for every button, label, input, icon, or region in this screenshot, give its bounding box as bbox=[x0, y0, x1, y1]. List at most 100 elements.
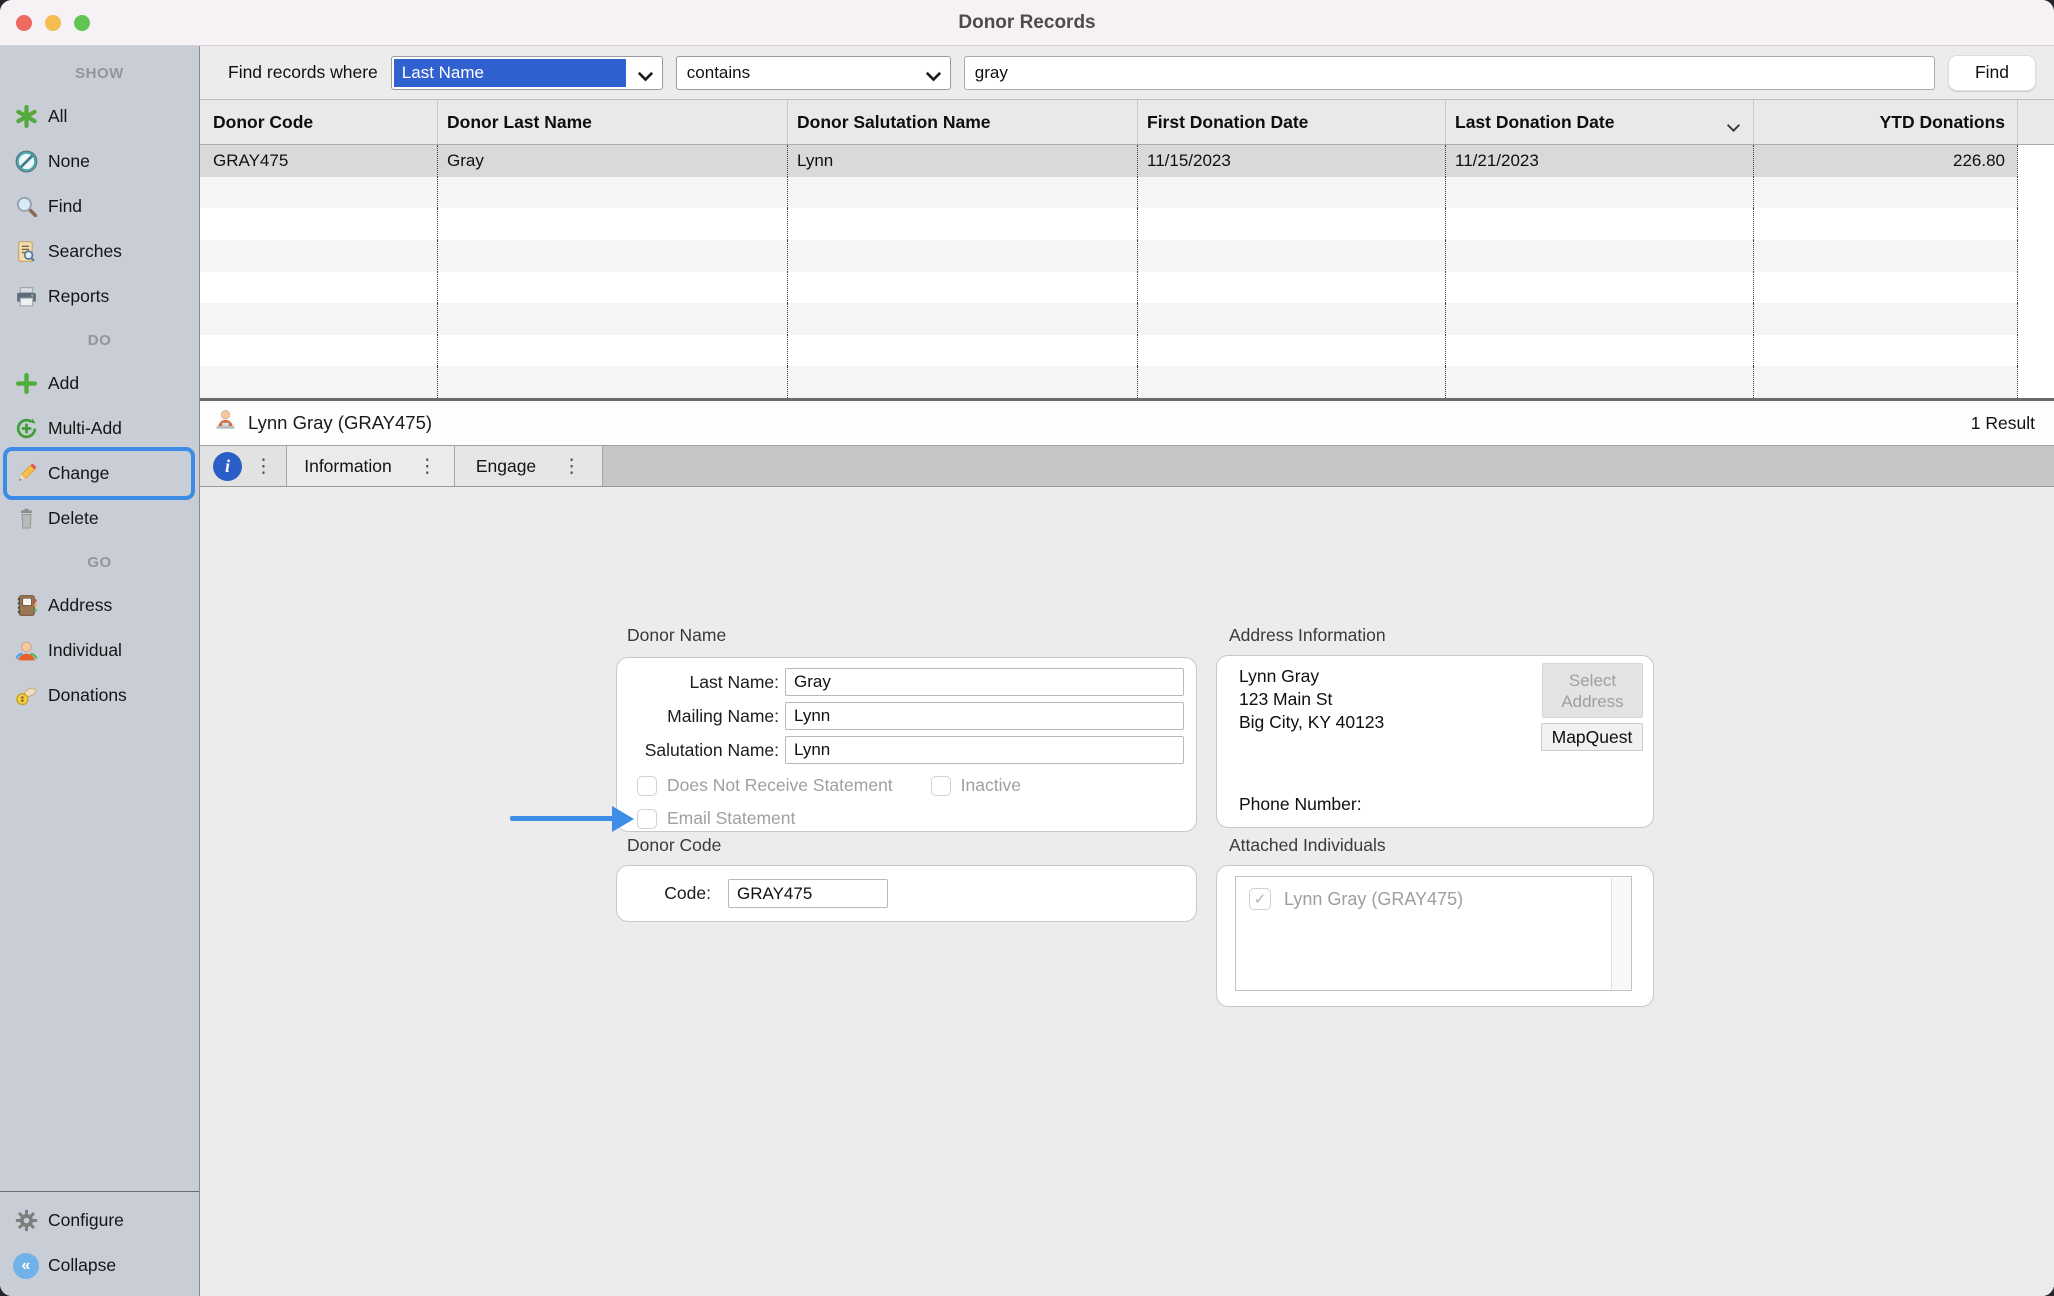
zoom-window-button[interactable] bbox=[74, 15, 90, 31]
sidebar-item-searches[interactable]: Searches bbox=[0, 229, 199, 274]
record-title: Lynn Gray (GRAY475) bbox=[248, 412, 432, 434]
sidebar-item-none[interactable]: None bbox=[0, 139, 199, 184]
cell-last-donation-date: 11/21/2023 bbox=[1445, 145, 1753, 177]
salutation-name-field[interactable] bbox=[785, 736, 1184, 764]
email-statement-label: Email Statement bbox=[667, 808, 795, 829]
sidebar-item-individual[interactable]: Individual bbox=[0, 628, 199, 673]
record-header-bar: Lynn Gray (GRAY475) 1 Result bbox=[200, 398, 2054, 446]
minimize-window-button[interactable] bbox=[45, 15, 61, 31]
table-row-empty bbox=[200, 303, 2054, 335]
does-not-receive-statement-checkbox[interactable] bbox=[637, 776, 657, 796]
code-label: Code: bbox=[627, 883, 711, 904]
mapquest-button[interactable]: MapQuest bbox=[1541, 723, 1643, 751]
column-header-spacer bbox=[2017, 100, 2054, 144]
sidebar-item-change[interactable]: Change bbox=[0, 451, 199, 496]
column-header-donor-salutation-name[interactable]: Donor Salutation Name bbox=[787, 100, 1137, 144]
table-row-empty bbox=[200, 240, 2054, 272]
cell-donor-salutation-name: Lynn bbox=[787, 145, 1137, 177]
sidebar-item-delete[interactable]: Delete bbox=[0, 496, 199, 541]
column-header-first-donation-date[interactable]: First Donation Date bbox=[1137, 100, 1445, 144]
sidebar-item-address[interactable]: Address bbox=[0, 583, 199, 628]
sidebar-section-do: DO bbox=[0, 319, 199, 361]
field-dropdown[interactable]: Last Name bbox=[391, 56, 663, 90]
sidebar-item-reports[interactable]: Reports bbox=[0, 274, 199, 319]
find-button[interactable]: Find bbox=[1948, 55, 2036, 91]
scrollbar-track[interactable] bbox=[1611, 878, 1631, 989]
cell-donor-last-name: Gray bbox=[437, 145, 787, 177]
find-records-label: Find records where bbox=[228, 62, 378, 83]
last-name-label: Last Name: bbox=[627, 672, 785, 693]
plus-icon bbox=[13, 371, 39, 397]
pencil-icon bbox=[13, 461, 39, 487]
sidebar-item-add[interactable]: Add bbox=[0, 361, 199, 406]
inactive-checkbox[interactable] bbox=[931, 776, 951, 796]
sidebar-item-multi-add[interactable]: Multi-Add bbox=[0, 406, 199, 451]
sidebar-item-find[interactable]: Find bbox=[0, 184, 199, 229]
sort-chevron-icon bbox=[1726, 117, 1741, 127]
content: Find records where Last Name contains Fi… bbox=[200, 46, 2054, 1296]
donor-records-window: Donor Records SHOW All None Fi bbox=[0, 0, 2054, 1296]
magnifier-icon bbox=[13, 194, 39, 220]
tab-options-icon[interactable]: ⋮ bbox=[254, 457, 273, 476]
address-information-panel: Lynn Gray 123 Main St Big City, KY 40123… bbox=[1216, 655, 1654, 828]
address-block: Lynn Gray 123 Main St Big City, KY 40123 bbox=[1239, 665, 1384, 734]
column-header-ytd-donations[interactable]: YTD Donations bbox=[1753, 100, 2017, 144]
code-field[interactable] bbox=[728, 879, 888, 908]
column-header-donor-last-name[interactable]: Donor Last Name bbox=[437, 100, 787, 144]
traffic-lights bbox=[16, 0, 90, 45]
tab-options-icon[interactable]: ⋮ bbox=[562, 457, 581, 476]
table-row-empty bbox=[200, 366, 2054, 398]
attached-individual-checkbox[interactable]: ✓ bbox=[1249, 888, 1271, 910]
window-title: Donor Records bbox=[958, 12, 1095, 34]
table-row-empty bbox=[200, 272, 2054, 304]
tab-engage[interactable]: Engage ⋮ bbox=[455, 446, 603, 486]
chevron-down-icon bbox=[925, 67, 942, 78]
none-icon bbox=[13, 149, 39, 175]
close-window-button[interactable] bbox=[16, 15, 32, 31]
donor-name-section-label: Donor Name bbox=[627, 625, 726, 646]
address-book-icon bbox=[13, 593, 39, 619]
attached-individuals-list: ✓ Lynn Gray (GRAY475) bbox=[1235, 876, 1632, 991]
sidebar-section-show: SHOW bbox=[0, 52, 199, 94]
attached-individuals-section-label: Attached Individuals bbox=[1229, 835, 1386, 856]
tab-options-icon[interactable]: ⋮ bbox=[418, 457, 437, 476]
cell-donor-code: GRAY475 bbox=[200, 145, 437, 177]
table-row-selected[interactable]: GRAY475 Gray Lynn 11/15/2023 11/21/2023 … bbox=[200, 145, 2054, 177]
address-information-section-label: Address Information bbox=[1229, 625, 1386, 646]
table-row-empty bbox=[200, 177, 2054, 209]
results-table-body: GRAY475 Gray Lynn 11/15/2023 11/21/2023 … bbox=[200, 145, 2054, 398]
select-address-button[interactable]: Select Address bbox=[1542, 663, 1643, 718]
tab-information[interactable]: Information ⋮ bbox=[287, 446, 455, 486]
annotation-arrow bbox=[510, 806, 634, 832]
does-not-receive-statement-label: Does Not Receive Statement bbox=[667, 775, 893, 796]
mailing-name-label: Mailing Name: bbox=[627, 706, 785, 727]
search-query-input[interactable] bbox=[964, 56, 1935, 90]
tab-info[interactable]: i ⋮ bbox=[200, 446, 287, 486]
person-at-desk-icon bbox=[212, 407, 239, 439]
sidebar-item-configure[interactable]: Configure bbox=[0, 1198, 199, 1243]
operator-dropdown[interactable]: contains bbox=[676, 56, 951, 90]
mailing-name-field[interactable] bbox=[785, 702, 1184, 730]
column-header-donor-code[interactable]: Donor Code bbox=[200, 100, 437, 144]
column-header-last-donation-date[interactable]: Last Donation Date bbox=[1445, 100, 1753, 144]
donor-name-panel: Last Name: Mailing Name: Salutation Name… bbox=[616, 657, 1197, 832]
cell-first-donation-date: 11/15/2023 bbox=[1137, 145, 1445, 177]
multi-add-icon bbox=[13, 416, 39, 442]
sidebar-section-go: GO bbox=[0, 541, 199, 583]
last-name-field[interactable] bbox=[785, 668, 1184, 696]
table-row-empty bbox=[200, 335, 2054, 367]
attached-individual-name: Lynn Gray (GRAY475) bbox=[1284, 889, 1463, 910]
phone-number-label: Phone Number: bbox=[1239, 794, 1362, 815]
last-name-row: Last Name: bbox=[627, 668, 1184, 696]
donation-hand-icon bbox=[13, 683, 39, 709]
titlebar: Donor Records bbox=[0, 0, 2054, 46]
sidebar-item-donations[interactable]: Donations bbox=[0, 673, 199, 718]
email-statement-checkbox[interactable] bbox=[637, 809, 657, 829]
record-detail: Donor Name Last Name: Mailing Name: Salu… bbox=[200, 487, 2054, 1296]
sidebar-item-collapse[interactable]: « Collapse bbox=[0, 1243, 199, 1288]
info-icon: i bbox=[213, 452, 242, 481]
sidebar-item-all[interactable]: All bbox=[0, 94, 199, 139]
list-item[interactable]: ✓ Lynn Gray (GRAY475) bbox=[1236, 877, 1631, 910]
inactive-label: Inactive bbox=[961, 775, 1021, 796]
search-bar: Find records where Last Name contains Fi… bbox=[200, 46, 2054, 100]
